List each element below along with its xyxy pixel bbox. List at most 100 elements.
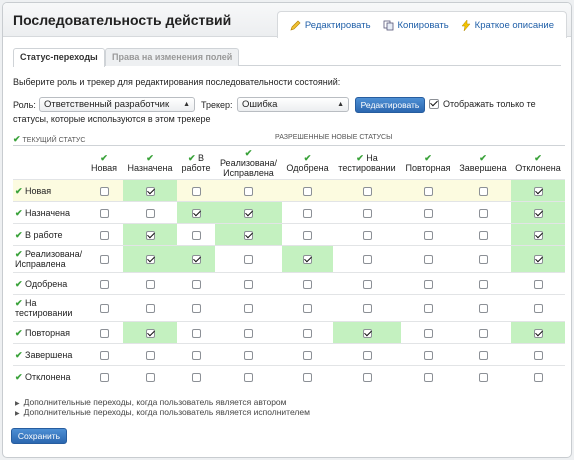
- save-button[interactable]: Сохранить: [11, 428, 67, 444]
- transition-checkbox[interactable]: [362, 279, 372, 289]
- transition-checkbox[interactable]: [423, 304, 433, 314]
- transition-checkbox[interactable]: [533, 328, 543, 338]
- transition-checkbox[interactable]: [191, 230, 201, 240]
- row-header[interactable]: ✔ Завершена: [13, 343, 85, 366]
- transition-checkbox[interactable]: [362, 208, 372, 218]
- transition-checkbox[interactable]: [191, 304, 201, 314]
- transition-checkbox[interactable]: [244, 255, 253, 265]
- transition-checkbox[interactable]: [244, 230, 253, 240]
- edit-button[interactable]: Редактировать: [355, 97, 425, 113]
- transition-checkbox[interactable]: [191, 208, 201, 218]
- column-header[interactable]: ✔ Назначена: [123, 145, 177, 180]
- transition-checkbox[interactable]: [362, 255, 372, 265]
- summary-action-link[interactable]: Краткое описание: [461, 19, 554, 31]
- transition-checkbox[interactable]: [423, 328, 433, 338]
- transition-checkbox[interactable]: [145, 186, 155, 196]
- transition-checkbox[interactable]: [244, 208, 253, 218]
- transition-checkbox[interactable]: [478, 350, 488, 360]
- transition-checkbox[interactable]: [303, 279, 312, 289]
- transition-checkbox[interactable]: [99, 304, 109, 314]
- column-header[interactable]: ✔ На тестировании: [333, 145, 401, 180]
- transition-checkbox[interactable]: [478, 186, 488, 196]
- row-header[interactable]: ✔ Отклонена: [13, 365, 85, 388]
- transition-checkbox[interactable]: [362, 230, 372, 240]
- transition-checkbox[interactable]: [244, 328, 253, 338]
- transition-checkbox[interactable]: [478, 372, 488, 382]
- transition-checkbox[interactable]: [303, 304, 312, 314]
- column-header[interactable]: ✔ Завершена: [455, 145, 511, 180]
- transition-checkbox[interactable]: [303, 186, 312, 196]
- row-header[interactable]: ✔ На тестировании: [13, 294, 85, 322]
- current-status-header[interactable]: ✔ ТЕКУЩИЙ СТАТУС: [13, 134, 85, 145]
- transition-checkbox[interactable]: [423, 230, 433, 240]
- transition-checkbox[interactable]: [533, 279, 543, 289]
- transition-checkbox[interactable]: [478, 230, 488, 240]
- column-header[interactable]: ✔ Повторная: [401, 145, 455, 180]
- role-select[interactable]: Ответственный разработчик ▲: [39, 97, 195, 112]
- transition-checkbox[interactable]: [478, 255, 488, 265]
- transition-checkbox[interactable]: [362, 304, 372, 314]
- copy-action-link[interactable]: Копировать: [383, 20, 449, 31]
- transition-checkbox[interactable]: [303, 328, 312, 338]
- transition-checkbox[interactable]: [145, 350, 155, 360]
- transition-checkbox[interactable]: [423, 372, 433, 382]
- transition-checkbox[interactable]: [533, 186, 543, 196]
- row-header[interactable]: ✔ Реализована/Исправлена: [13, 245, 85, 273]
- transition-checkbox[interactable]: [423, 350, 433, 360]
- transition-checkbox[interactable]: [145, 230, 155, 240]
- transition-checkbox[interactable]: [191, 255, 201, 265]
- row-header[interactable]: ✔ Повторная: [13, 321, 85, 344]
- transition-checkbox[interactable]: [423, 279, 433, 289]
- transition-checkbox[interactable]: [362, 372, 372, 382]
- row-header[interactable]: ✔ Одобрена: [13, 272, 85, 295]
- transition-checkbox[interactable]: [303, 350, 312, 360]
- transition-checkbox[interactable]: [145, 372, 155, 382]
- column-header[interactable]: ✔ Вработе: [177, 145, 215, 180]
- transition-checkbox[interactable]: [303, 208, 312, 218]
- transition-checkbox[interactable]: [191, 279, 201, 289]
- transition-checkbox[interactable]: [244, 304, 253, 314]
- transition-checkbox[interactable]: [145, 304, 155, 314]
- edit-action-link[interactable]: Редактировать: [290, 20, 371, 31]
- transition-checkbox[interactable]: [191, 328, 201, 338]
- transition-checkbox[interactable]: [145, 255, 155, 265]
- transition-checkbox[interactable]: [362, 350, 372, 360]
- transition-checkbox[interactable]: [303, 230, 312, 240]
- tab-field-permissions[interactable]: Права на изменения полей: [105, 48, 240, 66]
- transition-checkbox[interactable]: [244, 186, 253, 196]
- column-header[interactable]: ✔ Новая: [85, 145, 123, 180]
- transition-checkbox[interactable]: [244, 279, 253, 289]
- transition-checkbox[interactable]: [303, 255, 312, 265]
- transition-checkbox[interactable]: [533, 372, 543, 382]
- transition-checkbox[interactable]: [423, 208, 433, 218]
- transition-checkbox[interactable]: [362, 186, 372, 196]
- column-header[interactable]: ✔ Реализована/Исправлена: [215, 145, 282, 180]
- transition-checkbox[interactable]: [99, 208, 109, 218]
- transition-checkbox[interactable]: [191, 372, 201, 382]
- transition-checkbox[interactable]: [191, 350, 201, 360]
- row-header[interactable]: ✔ В работе: [13, 223, 85, 246]
- transition-checkbox[interactable]: [533, 230, 543, 240]
- transition-checkbox[interactable]: [362, 328, 372, 338]
- transition-checkbox[interactable]: [533, 208, 543, 218]
- transition-checkbox[interactable]: [244, 350, 253, 360]
- row-header[interactable]: ✔ Новая: [13, 179, 85, 202]
- column-header[interactable]: ✔ Одобрена: [282, 145, 333, 180]
- transition-checkbox[interactable]: [478, 279, 488, 289]
- tab-status-transitions[interactable]: Статус-переходы: [13, 48, 105, 67]
- column-header[interactable]: ✔ Отклонена: [511, 145, 565, 180]
- only-used-statuses-checkbox[interactable]: [429, 99, 439, 109]
- transition-checkbox[interactable]: [478, 304, 488, 314]
- transition-checkbox[interactable]: [533, 304, 543, 314]
- extra-assignee-toggle[interactable]: ▶ Дополнительные переходы, когда пользова…: [15, 407, 310, 417]
- transition-checkbox[interactable]: [244, 372, 253, 382]
- transition-checkbox[interactable]: [478, 328, 488, 338]
- extra-author-toggle[interactable]: ▶ Дополнительные переходы, когда пользова…: [15, 397, 287, 407]
- transition-checkbox[interactable]: [423, 186, 433, 196]
- transition-checkbox[interactable]: [145, 328, 155, 338]
- transition-checkbox[interactable]: [99, 230, 109, 240]
- transition-checkbox[interactable]: [145, 208, 155, 218]
- transition-checkbox[interactable]: [191, 186, 201, 196]
- transition-checkbox[interactable]: [533, 255, 543, 265]
- transition-checkbox[interactable]: [99, 328, 109, 338]
